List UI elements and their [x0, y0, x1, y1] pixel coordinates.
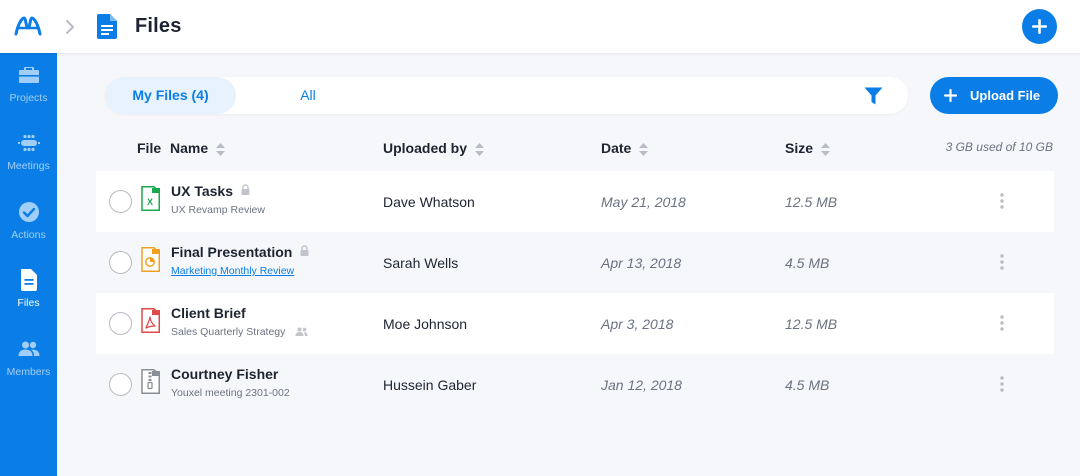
- sidebar-item-meetings[interactable]: Meetings: [0, 132, 57, 192]
- uploaded-by: Dave Whatson: [383, 194, 475, 210]
- column-header-size[interactable]: Size: [785, 140, 831, 156]
- file-date: Apr 13, 2018: [601, 255, 682, 271]
- file-name-text: Client Brief: [171, 305, 246, 321]
- lock-icon: [241, 184, 250, 195]
- column-header-name[interactable]: Name: [170, 140, 226, 156]
- file-name-text: Courtney Fisher: [171, 366, 279, 382]
- file-size: 12.5 MB: [785, 316, 838, 332]
- column-header-label: Size: [785, 140, 814, 156]
- table-row[interactable]: Final Presentation Marketing Monthly Rev…: [96, 232, 1054, 293]
- file-meeting-link[interactable]: Marketing Monthly Review: [171, 265, 294, 277]
- file-size: 12.5 MB: [785, 194, 838, 210]
- sort-icon: [821, 142, 831, 156]
- file-date: Jan 12, 2018: [601, 377, 682, 393]
- pdf-file-icon: [141, 308, 160, 333]
- tab-my-files[interactable]: My Files (4): [105, 77, 236, 114]
- column-header-uploaded-by[interactable]: Uploaded by: [383, 140, 485, 156]
- file-size: 4.5 MB: [785, 255, 830, 271]
- row-select-radio[interactable]: [109, 190, 132, 213]
- uploaded-by: Hussein Gaber: [383, 377, 477, 393]
- file-name[interactable]: Client Brief: [171, 305, 246, 321]
- lock-icon: [300, 245, 309, 256]
- filter-funnel-icon[interactable]: [864, 87, 883, 105]
- excel-file-icon: X: [141, 186, 160, 211]
- column-header-label: Name: [170, 140, 209, 156]
- file-size: 4.5 MB: [785, 377, 830, 393]
- file-name[interactable]: Final Presentation: [171, 244, 309, 260]
- sidebar-item-label: Files: [17, 297, 40, 309]
- storage-usage: 3 GB used of 10 GB: [945, 140, 1053, 154]
- file-date: Apr 3, 2018: [601, 316, 674, 332]
- uploaded-by: Sarah Wells: [383, 255, 459, 271]
- uploaded-by: Moe Johnson: [383, 316, 468, 332]
- sidebar-item-projects[interactable]: Projects: [0, 64, 57, 124]
- file-date: May 21, 2018: [601, 194, 686, 210]
- chevron-right-icon: [66, 20, 74, 34]
- svg-text:X: X: [147, 197, 153, 207]
- filter-bar: My Files (4) All: [105, 77, 908, 114]
- file-name[interactable]: Courtney Fisher: [171, 366, 278, 382]
- archive-file-icon: [141, 369, 160, 394]
- file-meeting: Sales Quarterly Strategy: [171, 326, 308, 338]
- more-options-icon[interactable]: [996, 374, 1008, 394]
- file-meeting: UX Revamp Review: [171, 204, 265, 216]
- table-row[interactable]: X UX Tasks UX Revamp Review Dave Whatson…: [96, 171, 1054, 232]
- sidebar-item-actions[interactable]: Actions: [0, 201, 57, 261]
- add-button[interactable]: [1022, 9, 1057, 44]
- sort-icon: [475, 142, 485, 156]
- presentation-file-icon: [141, 247, 160, 272]
- more-options-icon[interactable]: [996, 313, 1008, 333]
- sort-icon: [639, 142, 649, 156]
- column-header-label: Uploaded by: [383, 140, 468, 156]
- sidebar: Projects Meetings Actions Files Members: [0, 53, 57, 476]
- app-logo-icon[interactable]: [14, 14, 42, 40]
- document-icon: [97, 14, 117, 39]
- tab-all[interactable]: All: [275, 77, 341, 114]
- sidebar-item-members[interactable]: Members: [0, 338, 57, 398]
- check-circle-icon: [18, 202, 39, 222]
- document-icon: [20, 269, 37, 291]
- page-title: Files: [135, 15, 182, 37]
- sidebar-item-label: Members: [6, 366, 51, 378]
- table-row[interactable]: Client Brief Sales Quarterly Strategy Mo…: [96, 293, 1054, 354]
- sidebar-item-files[interactable]: Files: [0, 269, 57, 329]
- briefcase-icon: [18, 67, 39, 83]
- sidebar-item-label: Meetings: [7, 160, 50, 172]
- more-options-icon[interactable]: [996, 191, 1008, 211]
- column-header-file: File: [137, 140, 162, 156]
- sort-icon: [216, 142, 226, 156]
- file-name-text: Final Presentation: [171, 244, 293, 260]
- row-select-radio[interactable]: [109, 373, 132, 396]
- more-options-icon[interactable]: [996, 252, 1008, 272]
- row-select-radio[interactable]: [109, 251, 132, 274]
- upload-file-label: Upload File: [970, 88, 1041, 103]
- people-icon: [18, 341, 39, 356]
- sidebar-item-label: Projects: [9, 92, 48, 104]
- file-name[interactable]: UX Tasks: [171, 183, 250, 199]
- sidebar-item-label: Actions: [11, 229, 46, 241]
- meeting-table-icon: [17, 134, 40, 152]
- file-meeting: Youxel meeting 2301-002: [171, 387, 290, 399]
- table-row[interactable]: Courtney Fisher Youxel meeting 2301-002 …: [96, 354, 1054, 415]
- plus-icon: [944, 89, 957, 102]
- column-header-date[interactable]: Date: [601, 140, 649, 156]
- file-name-text: UX Tasks: [171, 183, 233, 199]
- file-meeting-text: Sales Quarterly Strategy: [171, 326, 286, 338]
- column-header-label: Date: [601, 140, 632, 156]
- shared-people-icon: [295, 327, 308, 336]
- top-bar: Files: [0, 0, 1080, 53]
- upload-file-button[interactable]: Upload File: [930, 77, 1058, 114]
- plus-icon: [1032, 19, 1047, 34]
- row-select-radio[interactable]: [109, 312, 132, 335]
